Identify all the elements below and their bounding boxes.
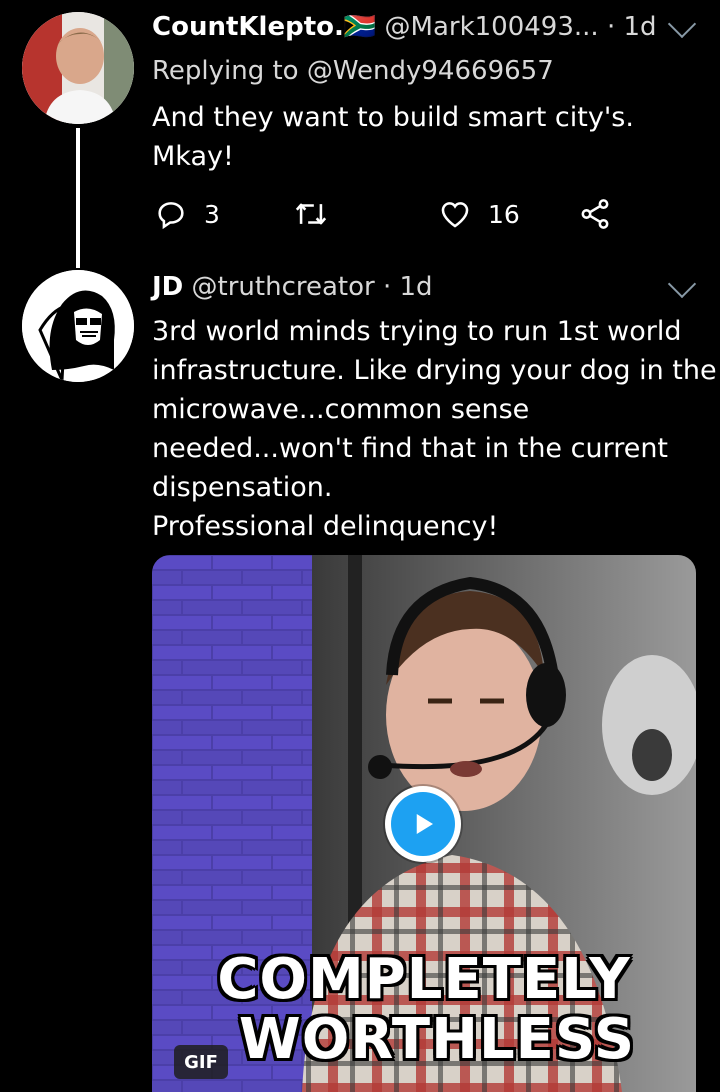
tweet-text-line: infrastructure. Like drying your dog in … bbox=[152, 355, 717, 386]
play-button[interactable] bbox=[385, 786, 461, 862]
handle[interactable]: @truthcreator bbox=[192, 272, 375, 302]
tweet-text-line: microwave...common sense bbox=[152, 394, 530, 425]
replying-to[interactable]: Replying to @Wendy94669657 bbox=[152, 56, 554, 86]
like-count: 16 bbox=[488, 199, 520, 229]
like-icon bbox=[441, 202, 469, 228]
timestamp[interactable]: 1d bbox=[623, 12, 656, 42]
action-bar: 3 16 bbox=[152, 194, 632, 234]
flag-emoji: 🇿🇦 bbox=[343, 12, 377, 42]
reply-icon bbox=[158, 202, 184, 230]
tweet-header: JD @truthcreator · 1d bbox=[152, 272, 433, 302]
reply-button[interactable]: 3 bbox=[154, 194, 220, 234]
gif-badge: GIF bbox=[174, 1045, 228, 1079]
chevron-down-icon[interactable] bbox=[667, 269, 697, 299]
tweet-text-line: Professional delinquency! bbox=[152, 511, 499, 542]
separator: · bbox=[606, 12, 616, 42]
handle[interactable]: @Mark100493... bbox=[385, 12, 599, 42]
share-icon bbox=[581, 199, 609, 229]
tweet-text: 3rd world minds trying to run 1st world … bbox=[152, 312, 717, 546]
thread-line bbox=[76, 128, 80, 268]
tweet-text-line: 3rd world minds trying to run 1st world bbox=[152, 316, 682, 347]
tweet-text-line: dispensation. bbox=[152, 472, 333, 503]
reply-count: 3 bbox=[204, 199, 220, 229]
tweet-header: CountKlepto.🇿🇦 @Mark100493... · 1d bbox=[152, 12, 657, 42]
chevron-down-icon[interactable] bbox=[667, 9, 697, 39]
retweet-button[interactable] bbox=[292, 194, 346, 234]
tweet-text-line: needed...won't find that in the current bbox=[152, 433, 669, 464]
like-button[interactable]: 16 bbox=[438, 194, 520, 234]
gif-caption-bottom: WORTHLESS bbox=[238, 1007, 636, 1072]
share-button[interactable] bbox=[578, 194, 612, 234]
avatar[interactable] bbox=[22, 12, 134, 124]
separator: · bbox=[382, 272, 392, 302]
tweet-text-line: And they want to build smart city's. bbox=[152, 102, 634, 133]
avatar[interactable] bbox=[22, 270, 134, 382]
gif-media[interactable]: COMPLETELY WORTHLESS GIF bbox=[152, 555, 696, 1092]
display-name[interactable]: CountKlepto. bbox=[152, 12, 344, 42]
gif-caption-top: COMPLETELY bbox=[217, 947, 631, 1012]
play-icon bbox=[416, 814, 433, 834]
display-name[interactable]: JD bbox=[152, 272, 183, 302]
tweet-text-line: Mkay! bbox=[152, 141, 234, 172]
tweet-text: And they want to build smart city's. Mka… bbox=[152, 98, 634, 176]
retweet-icon bbox=[295, 203, 327, 225]
timestamp[interactable]: 1d bbox=[400, 272, 433, 302]
tweet-1[interactable]: CountKlepto.🇿🇦 @Mark100493... · 1d Reply… bbox=[0, 0, 720, 268]
